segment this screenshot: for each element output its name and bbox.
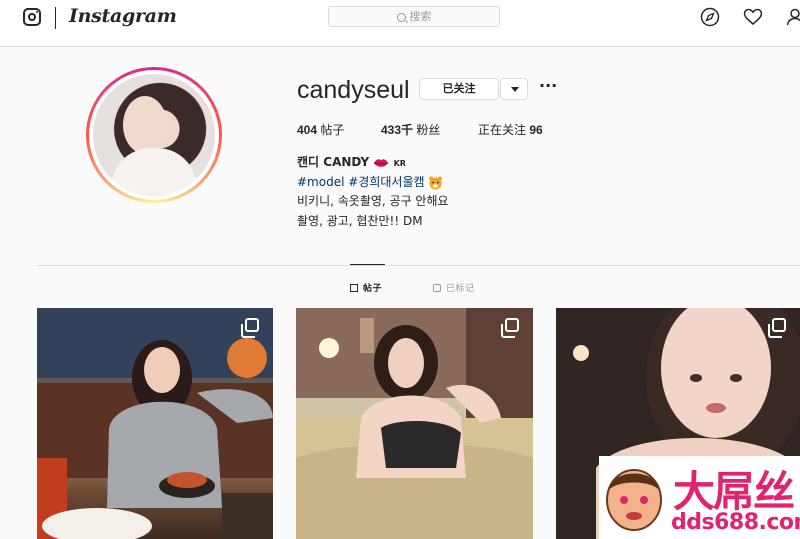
profile-avatar[interactable] xyxy=(86,67,222,203)
search-input[interactable]: 搜索 xyxy=(328,6,500,27)
site-watermark: 大屌丝 dds688.com xyxy=(599,456,800,539)
posts-count-stat: 404 帖子 xyxy=(297,121,344,138)
profile-username: candyseul xyxy=(297,76,410,104)
posts-count: 404 xyxy=(297,123,318,137)
top-navigation-bar: Instagram 搜索 xyxy=(0,0,800,47)
tab-posts-label: 帖子 xyxy=(363,284,383,294)
bio-hashtags: #model #경희대서울캠 xyxy=(297,173,443,192)
active-tab-indicator xyxy=(350,264,385,265)
lips-emoji-icon xyxy=(374,158,389,167)
following-stat[interactable]: 正在关注 96 xyxy=(478,121,543,138)
instagram-icon[interactable] xyxy=(23,8,41,26)
post-thumbnail[interactable] xyxy=(296,308,533,539)
carousel-icon xyxy=(501,318,519,338)
profile-icon[interactable] xyxy=(785,7,800,27)
carousel-icon xyxy=(241,318,259,338)
post-photo-restaurant xyxy=(37,308,273,539)
posts-label: 帖子 xyxy=(317,123,345,137)
heart-icon[interactable] xyxy=(743,7,763,27)
followers-stat[interactable]: 433千 粉丝 xyxy=(381,121,440,138)
tiger-emoji-icon xyxy=(429,176,443,189)
followers-label: 粉丝 xyxy=(413,123,441,137)
explore-compass-icon[interactable] xyxy=(700,7,720,27)
grid-icon xyxy=(350,284,358,292)
search-placeholder: 搜索 xyxy=(409,10,432,23)
followers-count: 433千 xyxy=(381,123,414,137)
following-count: 96 xyxy=(529,123,543,137)
tabs-divider xyxy=(37,265,800,266)
avatar-photo xyxy=(93,74,215,196)
instagram-wordmark[interactable]: Instagram xyxy=(69,5,177,27)
tab-tagged-label: 已标记 xyxy=(446,284,475,294)
following-button[interactable]: 已关注 xyxy=(419,78,499,100)
following-label: 正在关注 xyxy=(478,123,530,137)
more-options-icon[interactable]: ··· xyxy=(539,78,557,98)
post-thumbnail[interactable] xyxy=(37,308,273,539)
tab-tagged[interactable]: 已标记 xyxy=(433,281,475,294)
tagged-icon xyxy=(433,284,441,292)
profile-full-name: 캔디 CANDY KR xyxy=(297,153,406,173)
tab-posts[interactable]: 帖子 xyxy=(350,281,382,294)
hashtag-link-university[interactable]: #경희대서울캠 xyxy=(348,175,424,189)
post-photo-bath xyxy=(296,308,533,539)
logo-divider xyxy=(55,7,56,29)
kr-flag-label: KR xyxy=(393,159,406,168)
cartoon-face-logo-icon xyxy=(606,469,662,531)
search-icon xyxy=(396,12,406,22)
bio-line-2: 비키니, 속옷촬영, 공구 안해요 xyxy=(297,194,449,208)
watermark-url: dds688.com xyxy=(671,510,800,535)
suggestions-dropdown-button[interactable] xyxy=(500,78,528,100)
bio-line-3: 촬영, 광고, 협찬만!! DM xyxy=(297,214,423,228)
carousel-icon xyxy=(768,318,786,338)
hashtag-link-model[interactable]: #model xyxy=(297,175,344,189)
full-name-text: 캔디 CANDY xyxy=(297,155,370,169)
